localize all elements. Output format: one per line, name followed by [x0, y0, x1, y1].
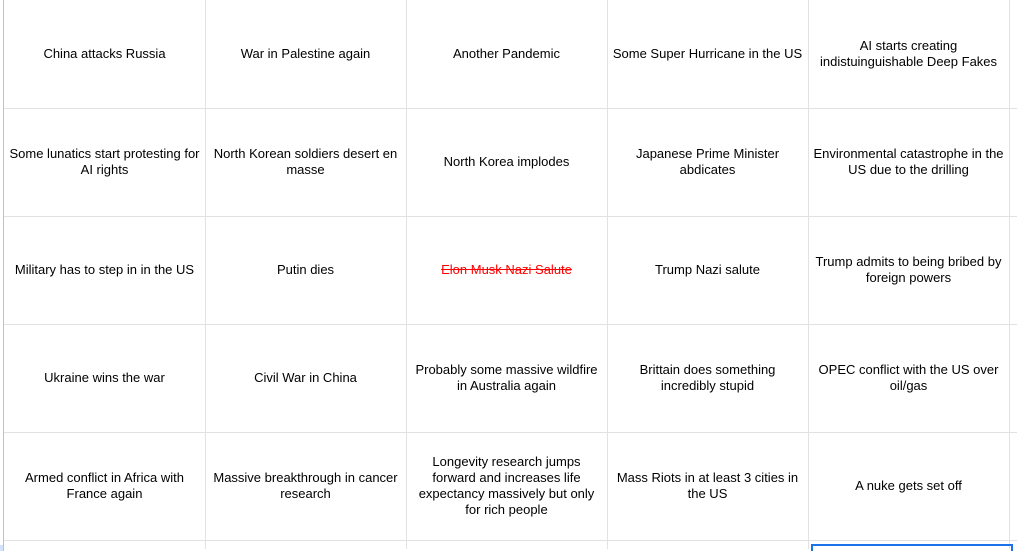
cell-r1-c2[interactable]: War in Palestine again [205, 0, 407, 109]
cell-r1-c4[interactable]: Some Super Hurricane in the US [607, 0, 809, 109]
cell-text: Some lunatics start protesting for AI ri… [9, 146, 200, 177]
cell-r6-c5-selected[interactable] [808, 540, 1010, 549]
cell-r5-c1[interactable]: Armed conflict in Africa with France aga… [4, 432, 206, 541]
cell-r2-c1[interactable]: Some lunatics start protesting for AI ri… [4, 108, 206, 217]
cell-r5-c2[interactable]: Massive breakthrough in cancer research [205, 432, 407, 541]
cell-r3-c5[interactable]: Trump admits to being bribed by foreign … [808, 216, 1010, 325]
cell-r4-c2[interactable]: Civil War in China [205, 324, 407, 433]
cell-r4-c6[interactable] [1009, 324, 1017, 433]
cell-text: Japanese Prime Minister abdicates [635, 146, 780, 177]
cell-r1-c6[interactable] [1009, 0, 1017, 109]
cell-r6-c1[interactable] [4, 540, 206, 549]
cell-r2-c2[interactable]: North Korean soldiers desert en masse [205, 108, 407, 217]
cell-text: Probably some massive wildfire in Austra… [415, 362, 598, 393]
cell-r1-c1[interactable]: China attacks Russia [4, 0, 206, 109]
cell-text-strikethrough: Elon Musk Nazi Salute [441, 262, 572, 277]
cell-r6-c3[interactable] [406, 540, 608, 549]
cell-r3-c3[interactable]: Elon Musk Nazi Salute [406, 216, 608, 325]
cell-r6-c6[interactable] [1009, 540, 1017, 549]
row-header-selected-indicator[interactable] [0, 545, 3, 551]
cell-text: Civil War in China [254, 370, 357, 385]
cell-r4-c1[interactable]: Ukraine wins the war [4, 324, 206, 433]
cell-text: Trump admits to being bribed by foreign … [815, 254, 1002, 285]
spreadsheet: China attacks Russia War in Palestine ag… [0, 0, 1017, 551]
cell-r6-c2[interactable] [205, 540, 407, 549]
cell-r2-c4[interactable]: Japanese Prime Minister abdicates [607, 108, 809, 217]
cell-text: Some Super Hurricane in the US [612, 46, 803, 61]
cell-text: A nuke gets set off [855, 478, 962, 493]
cell-text: Mass Riots in at least 3 cities in the U… [616, 470, 799, 501]
cell-r2-c5[interactable]: Environmental catastrophe in the US due … [808, 108, 1010, 217]
cell-text: Brittain does something incredibly stupi… [639, 362, 776, 393]
cell-text: North Korean soldiers desert en masse [213, 146, 398, 177]
cell-r3-c6[interactable] [1009, 216, 1017, 325]
cell-text: Putin dies [276, 262, 335, 277]
cell-r3-c1[interactable]: Military has to step in in the US [4, 216, 206, 325]
cell-r2-c6[interactable] [1009, 108, 1017, 217]
cell-text: Another Pandemic [453, 46, 560, 61]
cell-r5-c3[interactable]: Longevity research jumps forward and inc… [406, 432, 608, 541]
cell-r3-c4[interactable]: Trump Nazi salute [607, 216, 809, 325]
cell-text: North Korea implodes [443, 154, 570, 169]
cell-text: Longevity research jumps forward and inc… [418, 454, 595, 517]
cell-text: China attacks Russia [43, 46, 166, 61]
cell-r2-c3[interactable]: North Korea implodes [406, 108, 608, 217]
cell-r5-c4[interactable]: Mass Riots in at least 3 cities in the U… [607, 432, 809, 541]
cell-r4-c3[interactable]: Probably some massive wildfire in Austra… [406, 324, 608, 433]
cell-r5-c6[interactable] [1009, 432, 1017, 541]
cell-text: Armed conflict in Africa with France aga… [25, 470, 184, 501]
cell-r3-c2[interactable]: Putin dies [205, 216, 407, 325]
cell-r5-c5[interactable]: A nuke gets set off [808, 432, 1010, 541]
cell-text: AI starts creating indistuinguishable De… [819, 38, 998, 69]
cell-text: OPEC conflict with the US over oil/gas [818, 362, 999, 393]
cell-r1-c3[interactable]: Another Pandemic [406, 0, 608, 109]
cell-text: Military has to step in in the US [14, 262, 195, 277]
cell-text: War in Palestine again [240, 46, 371, 61]
cell-text: Trump Nazi salute [655, 262, 760, 277]
cell-r6-c4[interactable] [607, 540, 809, 549]
cell-text: Ukraine wins the war [44, 370, 165, 385]
cell-r4-c4[interactable]: Brittain does something incredibly stupi… [607, 324, 809, 433]
cell-r1-c5[interactable]: AI starts creating indistuinguishable De… [808, 0, 1010, 109]
cell-text: Environmental catastrophe in the US due … [813, 146, 1004, 177]
cell-text: Massive breakthrough in cancer research [213, 470, 398, 501]
cell-grid: China attacks Russia War in Palestine ag… [4, 0, 1017, 549]
cell-r4-c5[interactable]: OPEC conflict with the US over oil/gas [808, 324, 1010, 433]
